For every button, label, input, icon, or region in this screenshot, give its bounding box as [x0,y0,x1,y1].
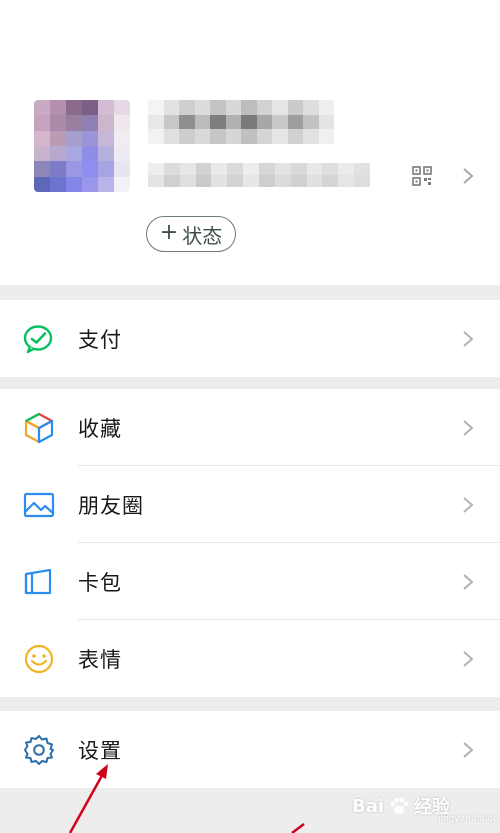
add-status-label: 状态 [182,223,223,248]
avatar[interactable] [34,100,130,192]
menu-label: 支付 [78,327,122,352]
moments-picture-icon [23,492,55,517]
menu-item-pay[interactable]: 支付 [0,300,500,377]
menu-item-cards[interactable]: 卡包 [0,543,500,620]
pay-group: 支付 [0,300,500,377]
menu-label: 收藏 [78,416,122,441]
menu-label: 卡包 [78,570,122,595]
paw-logo-icon [390,797,409,814]
chevron-right-icon [463,650,474,667]
favorites-cube-icon [24,412,54,443]
baidu-jingyan-watermark: Bai 经验 jingyan.baidu.com [352,784,500,828]
chevron-right-icon [463,741,474,758]
menu-item-stickers[interactable]: 表情 [0,620,500,697]
chevron-right-icon [463,573,474,590]
menu-item-favorites[interactable]: 收藏 [0,389,500,466]
watermark-text: Bai [352,795,385,817]
menu-label: 设置 [78,738,122,763]
qr-code-icon[interactable] [412,166,432,186]
menu-item-settings[interactable]: 设置 [0,711,500,788]
add-status-button[interactable]: + 状态 [146,216,236,252]
menu-label: 表情 [78,647,122,672]
chevron-right-icon[interactable] [462,167,474,185]
card-wallet-icon [24,568,52,594]
wechat-id-pixelated [148,163,370,187]
gear-icon [24,734,54,765]
nickname-pixelated [148,100,334,144]
chevron-right-icon [463,419,474,436]
profile-header[interactable]: + 状态 [0,0,500,285]
wechat-pay-icon [23,324,53,353]
plus-icon: + [159,220,179,245]
services-group: 收藏 朋友圈 卡包 表情 [0,389,500,697]
smiley-icon [24,644,54,673]
menu-item-moments[interactable]: 朋友圈 [0,466,500,543]
watermark-url: jingyan.baidu.com [438,814,500,824]
chevron-right-icon [463,330,474,347]
menu-label: 朋友圈 [78,493,144,518]
settings-group: 设置 [0,711,500,788]
chevron-right-icon [463,496,474,513]
